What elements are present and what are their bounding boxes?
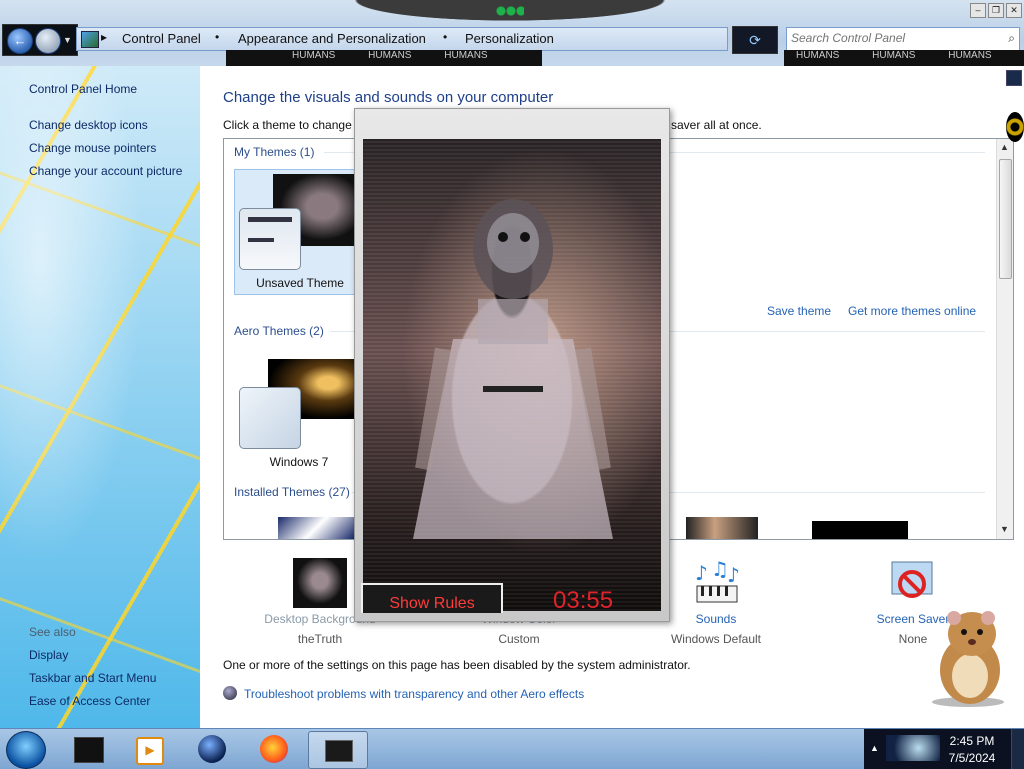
setting-value: theTruth (297, 632, 343, 646)
sidebar-item-ease-of-access[interactable]: Ease of Access Center (29, 694, 150, 708)
show-rules-button[interactable]: Show Rules (361, 583, 503, 613)
ticker-text: HUMANS (948, 50, 992, 61)
ticker-text: HUMANS (368, 50, 412, 61)
ticker-text: HUMANS (872, 50, 916, 61)
scroll-down-icon[interactable]: ▼ (1000, 524, 1009, 534)
back-button[interactable]: ← (7, 28, 33, 54)
forward-button[interactable] (35, 28, 61, 54)
breadcrumb-appearance[interactable]: Appearance and Personalization (238, 31, 426, 46)
group-aero-themes: Aero Themes (2) (234, 324, 324, 338)
popup-video-window[interactable]: Show Rules 03:55 (354, 108, 670, 622)
breadcrumb-chevron-icon[interactable]: ▸ (101, 30, 107, 44)
scroll-up-icon[interactable]: ▲ (1000, 142, 1009, 152)
see-also-label: See also (29, 625, 76, 639)
show-hidden-icons[interactable]: ▲ (870, 743, 879, 753)
ticker-left: HUMANS HUMANS HUMANS (226, 50, 542, 66)
taskbar-active-window-icon[interactable] (308, 731, 368, 769)
ticker-text: HUMANS (292, 50, 336, 61)
sidebar-item-display[interactable]: Display (29, 648, 68, 662)
minimize-icon[interactable]: – (970, 3, 986, 18)
svg-text:♪: ♪ (727, 563, 740, 587)
top-decoration (330, 0, 690, 24)
setting-value: Custom (498, 632, 540, 646)
save-theme-link[interactable]: Save theme (767, 304, 831, 318)
taskbar: ▶ ▲ 2:45 PM 7/5/2024 (0, 728, 1024, 769)
description-left: Click a theme to change (223, 118, 352, 132)
theme-unsaved[interactable]: Unsaved Theme (234, 169, 366, 295)
setting-value: Windows Default (670, 632, 762, 646)
green-dots-icon (496, 6, 524, 16)
address-bar[interactable]: ▸ Control Panel • Appearance and Persona… (76, 27, 728, 51)
refresh-button[interactable]: ⟳ (732, 26, 778, 54)
taskbar-media-player-icon[interactable]: ▶ (122, 731, 174, 767)
clock-date[interactable]: 7/5/2024 (942, 751, 1002, 765)
theme-windows7[interactable]: Windows 7 (234, 353, 364, 477)
installed-theme-thumbnail[interactable] (812, 521, 908, 539)
doll-video (363, 139, 661, 611)
gadget-eye-icon[interactable] (1006, 112, 1024, 142)
nav-buttons: ← ▼ (2, 24, 78, 56)
breadcrumb-separator[interactable]: • (215, 30, 219, 44)
troubleshoot-icon (223, 686, 237, 700)
description-right: saver all at once. (671, 118, 762, 132)
breadcrumb-separator[interactable]: • (443, 30, 447, 44)
sidebar-item-change-account-picture[interactable]: Change your account picture (29, 164, 182, 178)
window-toolbar: – ❐ ✕ ← ▼ ▸ Control Panel • Appearance and… (0, 0, 1024, 67)
group-installed-themes: Installed Themes (27) (234, 485, 350, 499)
taskbar-app-black-window-icon[interactable] (62, 731, 114, 767)
ticker-text: HUMANS (796, 50, 840, 61)
gadget-icon[interactable] (1006, 70, 1022, 86)
page-description: Click a theme to change saver all at onc… (223, 118, 762, 132)
taskbar-globe-icon[interactable] (186, 731, 238, 767)
theme-name: Unsaved Theme (256, 276, 344, 290)
sidebar-item-taskbar-start-menu[interactable]: Taskbar and Start Menu (29, 671, 156, 685)
ticker-right: HUMANS HUMANS HUMANS (784, 50, 1024, 66)
close-icon[interactable]: ✕ (1006, 3, 1022, 18)
setting-name: Sounds (695, 612, 737, 626)
window-color-swatch (239, 387, 301, 449)
breadcrumb-personalization[interactable]: Personalization (465, 31, 554, 46)
system-tray: ▲ 2:45 PM 7/5/2024 (864, 729, 1024, 769)
taskbar-firefox-icon[interactable] (248, 731, 300, 767)
control-panel-icon (81, 31, 99, 48)
disabled-settings-note: One or more of the settings on this page… (223, 658, 691, 672)
sidebar-item-control-panel-home[interactable]: Control Panel Home (29, 82, 137, 96)
breadcrumb-control-panel[interactable]: Control Panel (122, 31, 201, 46)
group-my-themes: My Themes (1) (234, 145, 315, 159)
hamster-mascot[interactable] (924, 604, 1010, 708)
troubleshoot-link[interactable]: Troubleshoot problems with transparency … (244, 687, 584, 701)
installed-theme-thumbnail[interactable] (686, 517, 758, 539)
start-button[interactable] (6, 731, 46, 769)
get-more-themes-link[interactable]: Get more themes online (848, 304, 976, 318)
countdown-timer: 03:55 (553, 587, 614, 614)
search-input[interactable] (787, 28, 995, 48)
svg-text:♪: ♪ (695, 561, 708, 585)
screen-saver-icon (886, 558, 940, 608)
window-color-swatch (239, 208, 301, 270)
clock-time[interactable]: 2:45 PM (942, 734, 1002, 748)
sounds-icon: ♪ ♫ ♪ (689, 557, 743, 608)
page-title: Change the visuals and sounds on your co… (223, 89, 554, 106)
chevron-down-icon[interactable]: ▼ (63, 35, 72, 45)
sidebar-item-change-desktop-icons[interactable]: Change desktop icons (29, 118, 148, 132)
sidebar: Control Panel Home Change desktop icons … (0, 66, 200, 728)
doll-figure-image (413, 199, 613, 539)
setting-sounds[interactable]: ♪ ♫ ♪ Sounds Windows Default (651, 557, 781, 646)
sidebar-item-change-mouse-pointers[interactable]: Change mouse pointers (29, 141, 156, 155)
tray-app-icon[interactable] (886, 735, 940, 761)
scroll-thumb[interactable] (999, 159, 1012, 279)
window-controls: – ❐ ✕ (968, 2, 1022, 18)
ticker-text: HUMANS (444, 50, 488, 61)
search-box[interactable]: ⌕ (786, 27, 1020, 51)
installed-theme-thumbnail[interactable] (278, 517, 354, 539)
search-icon[interactable]: ⌕ (1008, 31, 1015, 46)
themes-scrollbar[interactable]: ▲ ▼ (996, 139, 1013, 539)
theme-name: Windows 7 (269, 455, 329, 469)
desktop-background-icon (293, 558, 347, 608)
maximize-icon[interactable]: ❐ (988, 3, 1004, 18)
show-desktop-button[interactable] (1011, 729, 1024, 769)
